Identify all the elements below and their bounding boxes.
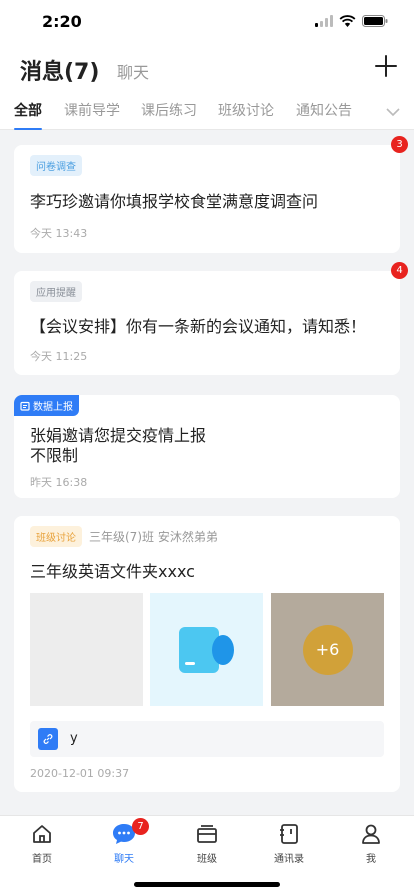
tabbar-label: 班级 xyxy=(197,854,217,865)
message-tag: 班级讨论 xyxy=(30,526,82,547)
message-tag: 应用提醒 xyxy=(30,281,82,302)
signal-icon xyxy=(315,15,333,27)
tabbar-label: 聊天 xyxy=(114,854,134,865)
tabbar-label: 通讯录 xyxy=(274,854,304,865)
message-subtitle: 三年级(7)班 安沐然弟弟 xyxy=(89,530,218,544)
unread-badge: 4 xyxy=(391,262,408,279)
message-card[interactable]: 数据上报 张娟邀请您提交疫情上报 不限制 昨天 16:38 xyxy=(14,395,400,498)
message-card[interactable]: 问卷调查 李巧珍邀请你填报学校食堂满意度调查问 今天 13:43 xyxy=(14,145,400,253)
chevron-down-icon xyxy=(386,108,400,117)
add-button[interactable] xyxy=(372,52,400,80)
link-file-icon xyxy=(38,728,58,750)
category-tabs: 全部 课前导学 课后练习 班级讨论 通知公告 xyxy=(0,92,414,130)
unread-badge: 3 xyxy=(391,136,408,153)
tab-class-discussion[interactable]: 班级讨论 xyxy=(218,100,274,120)
header: 消息(7) 聊天 xyxy=(0,44,414,92)
video-file-icon xyxy=(178,626,234,673)
message-title: 张娟邀请您提交疫情上报 xyxy=(30,426,207,445)
tab-all[interactable]: 全部 xyxy=(14,100,42,120)
report-icon xyxy=(20,401,30,411)
attachment-thumbnail[interactable] xyxy=(150,593,263,706)
contacts-book-icon xyxy=(280,824,298,844)
tabs-expand-button[interactable] xyxy=(386,102,400,121)
message-title: 李巧珍邀请你填报学校食堂满意度调查问 xyxy=(30,192,319,211)
file-attachment[interactable]: y xyxy=(30,721,384,757)
tabbar-item-contacts[interactable]: 通讯录 xyxy=(259,822,319,865)
more-attachments-count: +6 xyxy=(315,640,340,659)
attachment-thumbnail-more[interactable]: +6 xyxy=(271,593,384,706)
chat-tab[interactable]: 聊天 xyxy=(117,59,149,83)
link-icon xyxy=(43,734,53,744)
message-card[interactable]: 应用提醒 【会议安排】你有一条新的会议通知，请知悉！ 今天 11:25 xyxy=(14,271,400,375)
more-attachments-overlay: +6 xyxy=(302,624,353,675)
status-time: 2:20 xyxy=(42,12,82,31)
file-name: y xyxy=(70,731,78,746)
message-card[interactable]: 班级讨论 三年级(7)班 安沐然弟弟 三年级英语文件夹xxxc +6 y 202… xyxy=(14,516,400,792)
message-time: 昨天 16:38 xyxy=(30,476,88,489)
page-title: 消息(7) xyxy=(20,60,100,85)
message-tag: 问卷调查 xyxy=(30,155,82,176)
message-time: 今天 13:43 xyxy=(30,227,88,240)
message-time: 今天 11:25 xyxy=(30,350,88,363)
message-tag-badge: 数据上报 xyxy=(14,395,79,416)
tab-notice[interactable]: 通知公告 xyxy=(296,100,352,120)
status-bar: 2:20 xyxy=(0,0,414,44)
message-title: 三年级英语文件夹xxxc xyxy=(30,562,195,581)
tabbar-item-home[interactable]: 首页 xyxy=(12,822,72,865)
message-time: 2020-12-01 09:37 xyxy=(30,767,130,780)
chat-unread-badge: 7 xyxy=(132,818,149,835)
tab-after-class[interactable]: 课后练习 xyxy=(141,100,197,120)
tabbar-item-class[interactable]: 班级 xyxy=(177,822,237,865)
plus-icon xyxy=(375,55,397,77)
status-icons xyxy=(315,15,388,27)
tabbar-label: 首页 xyxy=(32,854,52,865)
message-title-line2: 不限制 xyxy=(30,446,79,465)
tabbar-item-me[interactable]: 我 xyxy=(341,822,401,865)
home-indicator xyxy=(134,882,280,887)
wifi-icon xyxy=(339,15,356,27)
attachment-thumbnail[interactable] xyxy=(30,593,143,706)
user-icon xyxy=(362,824,380,844)
message-tag: 数据上报 xyxy=(33,402,73,413)
tabbar-item-chat[interactable]: 7 聊天 xyxy=(94,818,154,865)
tab-active-indicator xyxy=(14,128,42,130)
tabbar-label: 我 xyxy=(366,854,376,865)
classroom-icon xyxy=(197,825,217,843)
message-title: 【会议安排】你有一条新的会议通知，请知悉！ xyxy=(30,317,367,336)
tab-pre-class[interactable]: 课前导学 xyxy=(64,100,120,120)
home-icon xyxy=(33,825,51,843)
battery-icon xyxy=(362,15,388,27)
